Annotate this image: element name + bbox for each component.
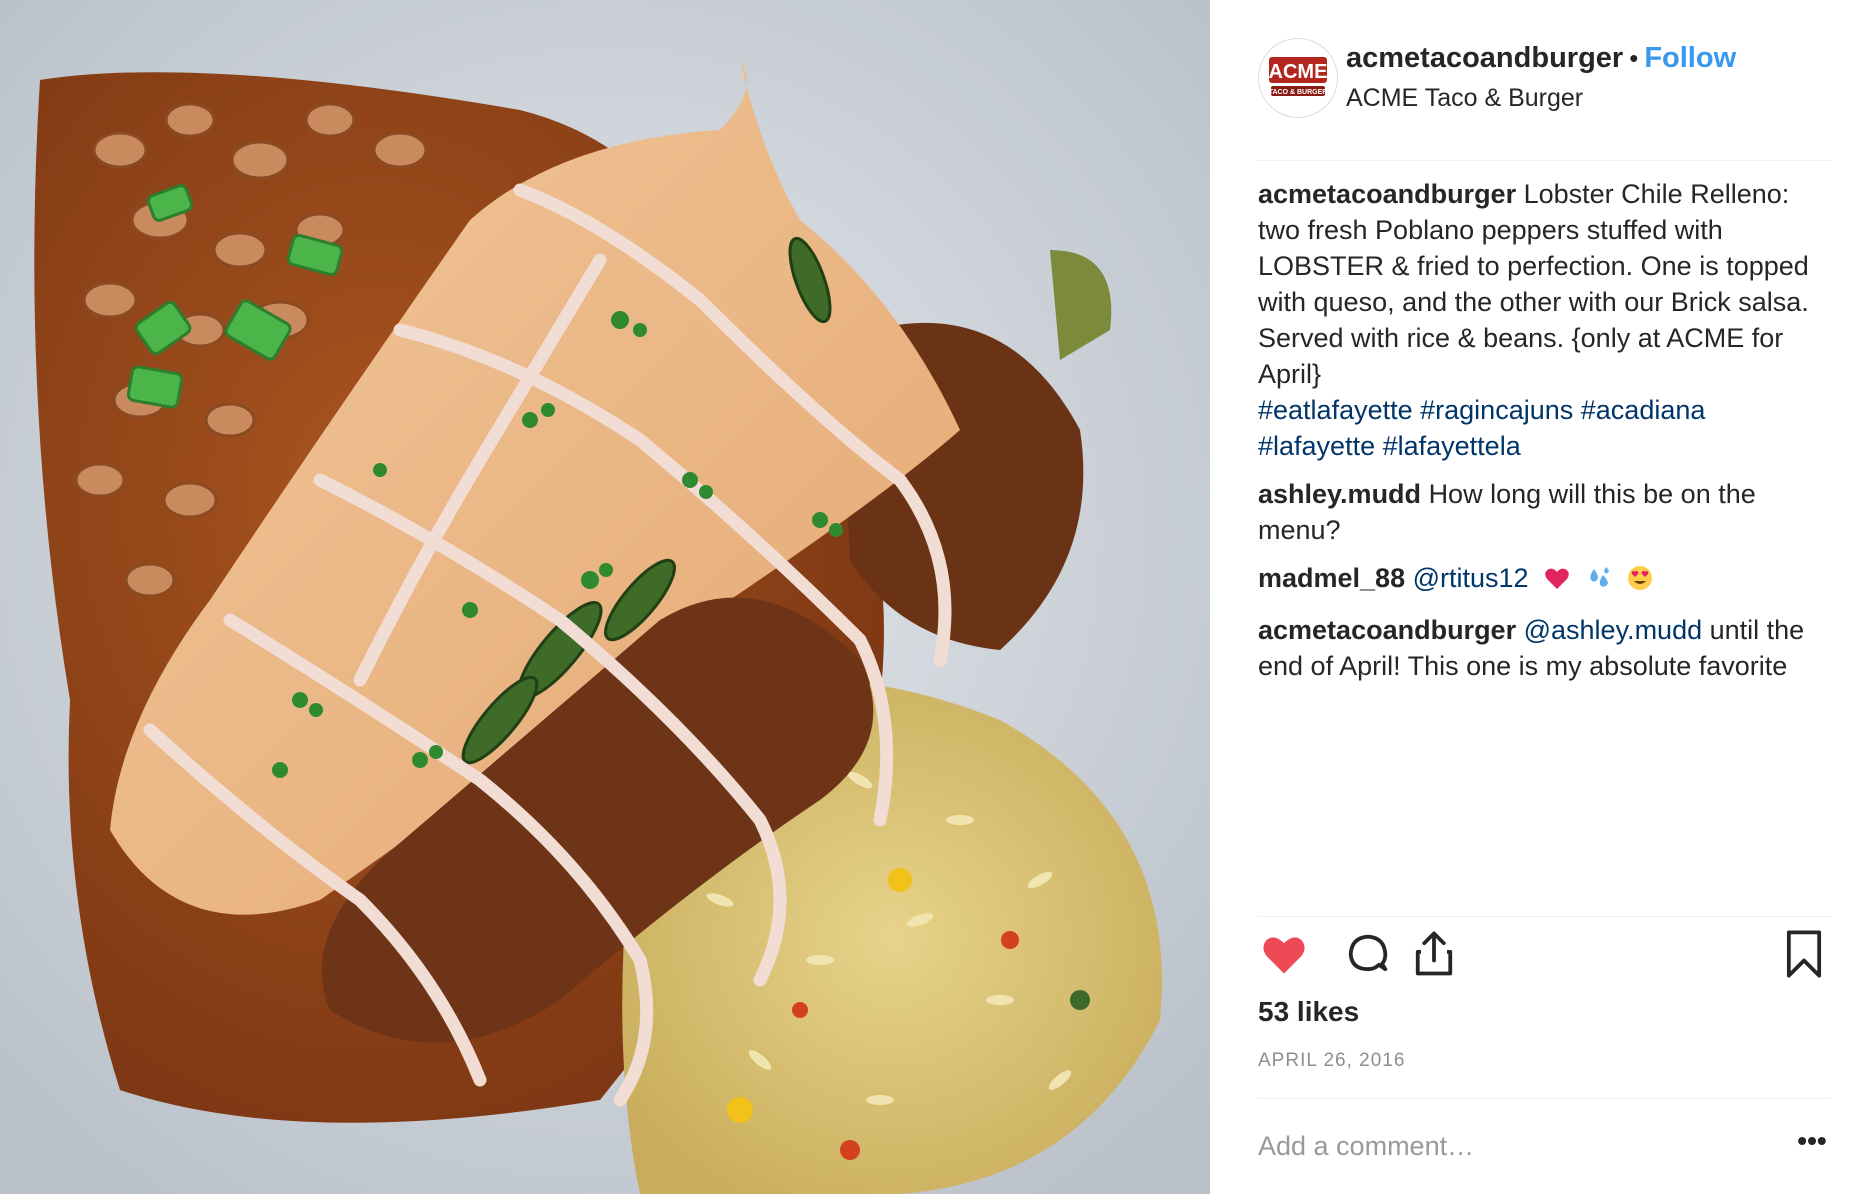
- comments-list: acmetacoandburger Lobster Chile Relleno:…: [1258, 176, 1831, 696]
- comment-username[interactable]: acmetacoandburger: [1258, 179, 1516, 209]
- hashtag-link[interactable]: #lafayette: [1258, 431, 1375, 461]
- comment-box-divider: [1258, 1098, 1831, 1099]
- comment-button[interactable]: [1342, 928, 1398, 984]
- comment-username[interactable]: ashley.mudd: [1258, 479, 1421, 509]
- save-button[interactable]: [1778, 928, 1834, 984]
- mention-link[interactable]: @ashley.mudd: [1524, 615, 1703, 645]
- likes-count[interactable]: 53 likes: [1258, 996, 1359, 1028]
- separator-dot: •: [1629, 43, 1639, 73]
- heart-icon: [1263, 937, 1305, 974]
- action-bar: [1258, 928, 1831, 984]
- comment-username[interactable]: acmetacoandburger: [1258, 615, 1516, 645]
- follow-button[interactable]: Follow: [1644, 42, 1736, 74]
- sweat-droplets-emoji: [1586, 564, 1612, 600]
- header-username-row: acmetacoandburger • Follow: [1346, 42, 1736, 75]
- caption-text: Lobster Chile Relleno: two fresh Poblano…: [1258, 179, 1809, 389]
- comment-item: ashley.mudd How long will this be on the…: [1258, 476, 1831, 548]
- header-divider: [1258, 160, 1831, 161]
- post-side-panel: ACME TACO & BURGER acmetacoandburger • Fol…: [1210, 0, 1866, 1194]
- food-photo-illustration: [0, 0, 1210, 1194]
- heart-eyes-emoji: [1627, 564, 1653, 600]
- hashtag-link[interactable]: #lafayettela: [1383, 431, 1521, 461]
- comment-item: acmetacoandburger @ashley.mudd until the…: [1258, 612, 1831, 684]
- avatar[interactable]: ACME TACO & BURGER: [1258, 38, 1338, 118]
- logo-subtext: TACO & BURGER: [1269, 89, 1328, 96]
- hashtag-link[interactable]: #ragincajuns: [1420, 395, 1573, 425]
- hashtag-link[interactable]: #acadiana: [1581, 395, 1706, 425]
- comment-item: madmel_88 @rtitus12: [1258, 560, 1831, 600]
- comment-username[interactable]: madmel_88: [1258, 563, 1405, 593]
- post-photo[interactable]: [0, 0, 1210, 1194]
- share-button[interactable]: [1408, 928, 1464, 984]
- hashtag-link[interactable]: #eatlafayette: [1258, 395, 1413, 425]
- location-link[interactable]: ACME Taco & Burger: [1346, 84, 1583, 113]
- caption: acmetacoandburger Lobster Chile Relleno:…: [1258, 176, 1831, 464]
- add-comment-input[interactable]: [1258, 1126, 1758, 1166]
- post-header: ACME TACO & BURGER acmetacoandburger • Fol…: [1258, 30, 1831, 140]
- like-button[interactable]: [1258, 928, 1314, 984]
- bookmark-icon: [1786, 930, 1822, 978]
- acme-logo: ACME TACO & BURGER: [1259, 39, 1337, 117]
- actions-divider: [1258, 916, 1831, 917]
- post-date[interactable]: APRIL 26, 2016: [1258, 1050, 1405, 1072]
- comment-icon: [1348, 934, 1388, 972]
- heart-emoji: [1544, 564, 1570, 600]
- more-options-button[interactable]: •••: [1792, 1126, 1832, 1166]
- header-username[interactable]: acmetacoandburger: [1346, 42, 1623, 74]
- mention-link[interactable]: @rtitus12: [1413, 563, 1529, 593]
- logo-text: ACME: [1269, 61, 1328, 83]
- share-icon: [1415, 931, 1453, 976]
